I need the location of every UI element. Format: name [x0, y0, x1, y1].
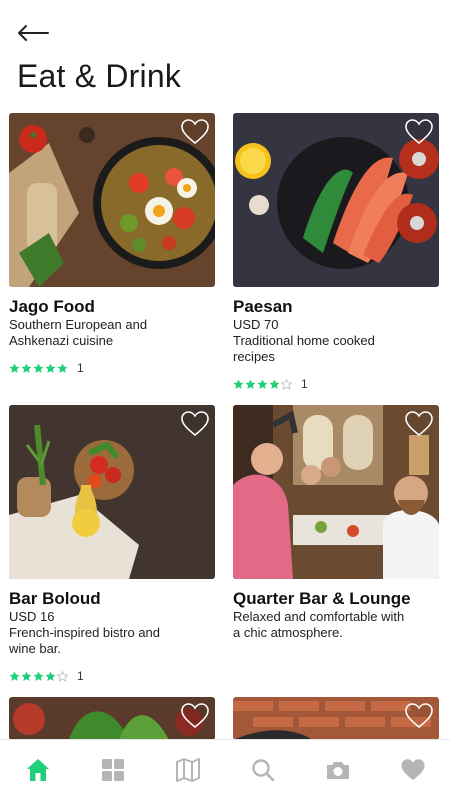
favorite-heart-icon[interactable] — [181, 411, 209, 437]
venue-card[interactable]: Quarter Bar & Lounge Relaxed and comfort… — [233, 405, 439, 641]
review-count: 1 — [77, 669, 84, 683]
star-empty-icon — [57, 670, 68, 682]
venue-name: Jago Food — [9, 297, 95, 316]
venue-card[interactable]: Paesan USD 70 Traditional home cooked re… — [233, 113, 439, 391]
venue-description: Southern European and — [9, 317, 148, 332]
star-rating — [233, 378, 292, 390]
favorite-heart-icon[interactable] — [405, 703, 433, 729]
venue-description: Ashkenazi cuisine — [9, 333, 114, 348]
venue-price: USD 16 — [9, 609, 55, 624]
star-icon — [9, 363, 20, 373]
venue-photo — [9, 405, 215, 579]
venue-name: Paesan — [233, 297, 293, 316]
venue-card[interactable]: Jago Food Southern European and Ashkenaz… — [9, 113, 215, 375]
star-icon — [45, 671, 56, 681]
star-icon — [57, 363, 68, 373]
grid-icon — [101, 759, 124, 781]
camera-icon — [326, 762, 349, 779]
venue-description: recipes — [233, 349, 275, 364]
tab-favorites[interactable] — [393, 750, 433, 790]
review-count: 1 — [77, 361, 84, 375]
star-icon — [233, 379, 244, 389]
heart-icon — [401, 759, 424, 780]
search-icon — [251, 759, 274, 782]
favorite-heart-icon[interactable] — [181, 703, 209, 729]
rating: 1 — [233, 377, 439, 391]
venue-price: USD 70 — [233, 317, 279, 332]
venue-description: Relaxed and comfortable with — [233, 609, 405, 624]
venue-description: a chic atmosphere. — [233, 625, 343, 640]
rating: 1 — [9, 669, 215, 683]
star-rating — [9, 670, 68, 682]
venue-description: French-inspired bistro and — [9, 625, 161, 640]
venue-photo — [233, 113, 439, 287]
tab-map[interactable] — [168, 750, 208, 790]
venue-photo — [233, 405, 439, 579]
star-icon — [269, 379, 280, 389]
back-button[interactable] — [16, 20, 52, 46]
venue-name: Bar Boloud — [9, 589, 101, 608]
home-icon — [26, 759, 49, 781]
review-count: 1 — [301, 377, 308, 391]
bottom-tab-bar — [0, 739, 450, 800]
rating: 1 — [9, 361, 215, 375]
star-rating — [9, 363, 68, 374]
tab-categories[interactable] — [93, 750, 133, 790]
venue-description: wine bar. — [9, 641, 62, 656]
star-empty-icon — [281, 378, 292, 390]
venue-card[interactable] — [233, 697, 439, 740]
favorite-heart-icon[interactable] — [405, 411, 433, 437]
arrow-left-icon — [18, 25, 49, 41]
venue-card[interactable]: Bar Boloud USD 16 French-inspired bistro… — [9, 405, 215, 683]
tab-camera[interactable] — [318, 750, 358, 790]
map-icon — [175, 758, 200, 782]
venue-photo — [233, 697, 439, 740]
star-icon — [9, 671, 20, 681]
star-icon — [33, 363, 44, 373]
venue-description: Traditional home cooked — [233, 333, 375, 348]
favorite-heart-icon[interactable] — [405, 119, 433, 145]
venue-name: Quarter Bar & Lounge — [233, 589, 411, 608]
venue-card[interactable] — [9, 697, 215, 740]
star-icon — [21, 363, 32, 373]
tab-home[interactable] — [18, 750, 58, 790]
star-icon — [33, 671, 44, 681]
star-icon — [45, 363, 56, 373]
star-icon — [21, 671, 32, 681]
star-icon — [245, 379, 256, 389]
venue-photo — [9, 113, 215, 287]
venue-photo — [9, 697, 215, 740]
favorite-heart-icon[interactable] — [181, 119, 209, 145]
star-icon — [257, 379, 268, 389]
tab-search[interactable] — [243, 750, 283, 790]
page-title: Eat & Drink — [17, 58, 182, 94]
